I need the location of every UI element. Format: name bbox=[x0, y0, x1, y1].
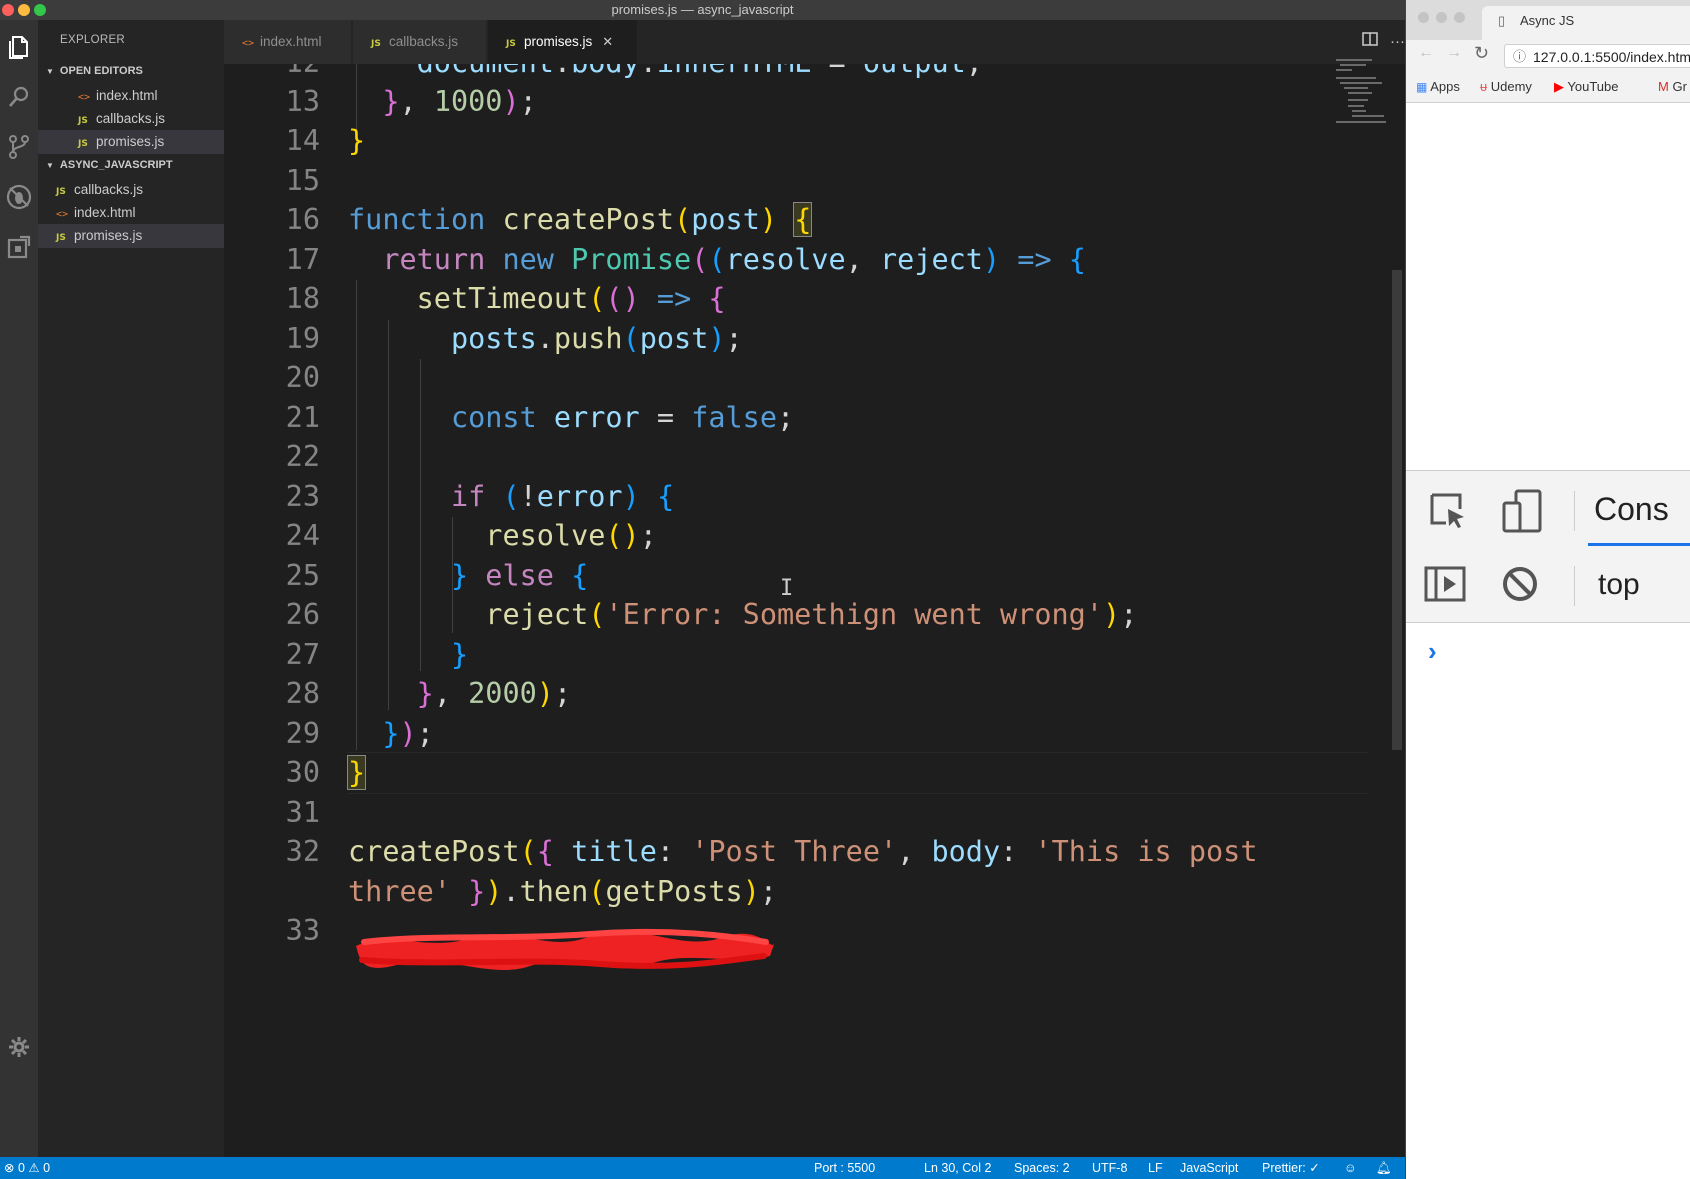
reload-icon[interactable]: ↻ bbox=[1474, 43, 1489, 64]
explorer-sidebar: EXPLORER ▼ OPEN EDITORS <> index.html JS ca… bbox=[38, 20, 224, 1157]
eol-setting[interactable]: LF bbox=[1148, 1157, 1163, 1179]
back-arrow-icon[interactable]: ← bbox=[1418, 44, 1434, 62]
file-tree-label: callbacks.js bbox=[74, 182, 144, 197]
expanded-triangle-icon: ▼ bbox=[46, 161, 54, 170]
activity-bar bbox=[0, 20, 38, 1157]
feedback-icon[interactable]: ☺ bbox=[1344, 1157, 1357, 1179]
device-toolbar-icon[interactable] bbox=[1502, 489, 1544, 538]
gmail-icon: M bbox=[1658, 79, 1669, 94]
context-selector[interactable]: top bbox=[1598, 568, 1640, 602]
source-control-icon[interactable] bbox=[2, 130, 36, 164]
title-bar: promises.js — async_javascript bbox=[0, 0, 1405, 20]
window-title: promises.js — async_javascript bbox=[611, 2, 794, 17]
page-icon: ▯ bbox=[1498, 13, 1506, 28]
open-editor-label: index.html bbox=[96, 88, 158, 103]
tab-promises-js[interactable]: JS promises.js ✕ bbox=[488, 20, 638, 64]
console-toolbar: top bbox=[1406, 546, 1690, 623]
extensions-icon[interactable] bbox=[2, 230, 36, 264]
debug-icon[interactable] bbox=[2, 180, 36, 214]
js-file-icon: JS bbox=[506, 39, 516, 49]
close-window-button[interactable] bbox=[2, 4, 14, 16]
open-editor-item[interactable]: JS callbacks.js bbox=[38, 107, 224, 131]
console-prompt[interactable]: › bbox=[1428, 636, 1437, 667]
vscode-window: promises.js — async_javascript EXPLORER … bbox=[0, 0, 1405, 1179]
problems-indicator[interactable]: ⊗ 0 ⚠ 0 bbox=[4, 1157, 50, 1179]
bookmark-gmail[interactable]: M Gr bbox=[1658, 72, 1687, 102]
info-icon: ⓘ bbox=[1513, 49, 1527, 64]
url-text: 127.0.0.1:5500/index.html bbox=[1533, 49, 1690, 65]
cursor-position[interactable]: Ln 30, Col 2 bbox=[924, 1157, 991, 1179]
tab-label: promises.js bbox=[524, 34, 593, 49]
forward-arrow-icon[interactable]: → bbox=[1446, 44, 1462, 62]
open-editors-section[interactable]: ▼ OPEN EDITORS bbox=[38, 60, 224, 82]
close-window-button[interactable] bbox=[1418, 12, 1429, 23]
prettier-status[interactable]: Prettier: ✓ bbox=[1262, 1157, 1320, 1179]
file-tree-item[interactable]: JS callbacks.js bbox=[38, 178, 224, 202]
apps-grid-icon: ▦ bbox=[1416, 80, 1428, 94]
bookmark-youtube[interactable]: ▶ YouTube bbox=[1554, 72, 1618, 102]
minimap[interactable] bbox=[1332, 56, 1388, 126]
tab-label: index.html bbox=[260, 34, 322, 49]
maximize-window-button[interactable] bbox=[1454, 12, 1465, 23]
open-editors-label: OPEN EDITORS bbox=[59, 65, 143, 77]
tab-console[interactable]: Cons bbox=[1594, 491, 1669, 528]
browser-tab[interactable]: ▯ Async JS bbox=[1482, 6, 1690, 40]
settings-gear-icon[interactable] bbox=[2, 1030, 36, 1064]
code-editor[interactable]: 12 document.body.innerHTML = output; 13 … bbox=[224, 64, 1405, 1157]
js-file-icon: JS bbox=[371, 39, 381, 49]
expanded-triangle-icon: ▼ bbox=[46, 67, 54, 76]
status-bar: ⊗ 0 ⚠ 0 Port : 5500 Ln 30, Col 2 Spaces:… bbox=[0, 1157, 1405, 1179]
language-mode[interactable]: JavaScript bbox=[1180, 1157, 1238, 1179]
search-icon[interactable] bbox=[2, 80, 36, 114]
browser-toolbar: ← → ↻ ⓘ 127.0.0.1:5500/index.html bbox=[1406, 40, 1690, 72]
js-file-icon: JS bbox=[78, 139, 88, 149]
devtools-toolbar: Cons bbox=[1406, 470, 1690, 548]
bookmarks-bar: ▦ Apps ᵾ Udemy ▶ YouTube M Gr bbox=[1406, 72, 1690, 103]
open-editor-label: callbacks.js bbox=[96, 111, 166, 126]
address-bar[interactable]: ⓘ 127.0.0.1:5500/index.html bbox=[1504, 44, 1690, 68]
explorer-icon[interactable] bbox=[2, 30, 36, 64]
maximize-window-button[interactable] bbox=[34, 4, 46, 16]
browser-window: ▯ Async JS ← → ↻ ⓘ 127.0.0.1:5500/index.… bbox=[1405, 0, 1690, 1179]
file-tree-label: index.html bbox=[74, 205, 136, 220]
open-editor-label: promises.js bbox=[96, 134, 165, 149]
file-tree-label: promises.js bbox=[74, 228, 143, 243]
minimize-window-button[interactable] bbox=[1436, 12, 1447, 23]
more-actions-icon[interactable]: ··· bbox=[1390, 20, 1405, 64]
project-folder-section[interactable]: ▼ ASYNC_JAVASCRIPT bbox=[38, 154, 224, 176]
file-tree-item[interactable]: <> index.html bbox=[38, 201, 224, 225]
editor-tab-bar: <> index.html JS callbacks.js JS promises.j… bbox=[224, 20, 1405, 64]
udemy-icon: ᵾ bbox=[1480, 79, 1488, 94]
tab-callbacks-js[interactable]: JS callbacks.js bbox=[353, 20, 487, 64]
youtube-icon: ▶ bbox=[1554, 79, 1564, 94]
current-line-highlight bbox=[348, 752, 1368, 794]
explorer-header: EXPLORER bbox=[60, 34, 126, 46]
bookmark-udemy[interactable]: ᵾ Udemy bbox=[1480, 72, 1532, 102]
minimize-window-button[interactable] bbox=[18, 4, 30, 16]
indentation-setting[interactable]: Spaces: 2 bbox=[1014, 1157, 1070, 1179]
file-tree-item[interactable]: JS promises.js bbox=[38, 224, 224, 248]
open-editor-item[interactable]: JS promises.js bbox=[38, 130, 224, 154]
project-folder-label: ASYNC_JAVASCRIPT bbox=[59, 159, 173, 171]
js-file-icon: JS bbox=[56, 233, 66, 243]
notifications-bell-icon[interactable]: 🔔︎ bbox=[1376, 1157, 1392, 1179]
bookmark-apps[interactable]: ▦ Apps bbox=[1416, 72, 1460, 102]
editor-scrollbar[interactable] bbox=[1392, 270, 1402, 750]
open-editor-item[interactable]: <> index.html bbox=[38, 84, 224, 108]
text-cursor-icon: I bbox=[780, 576, 794, 601]
encoding-setting[interactable]: UTF-8 bbox=[1092, 1157, 1127, 1179]
browser-tab-title: Async JS bbox=[1520, 13, 1575, 28]
tab-label: callbacks.js bbox=[389, 34, 459, 49]
red-scribble-annotation bbox=[356, 928, 774, 970]
browser-tab-strip: ▯ Async JS bbox=[1406, 0, 1690, 40]
close-tab-icon[interactable]: ✕ bbox=[602, 34, 613, 49]
tab-index-html[interactable]: <> index.html bbox=[224, 20, 352, 64]
inspect-element-icon[interactable] bbox=[1428, 491, 1468, 536]
html-file-icon: <> bbox=[242, 38, 255, 49]
live-server-port[interactable]: Port : 5500 bbox=[814, 1157, 875, 1179]
show-sidebar-icon[interactable] bbox=[1424, 564, 1466, 609]
clear-console-icon[interactable] bbox=[1500, 564, 1540, 609]
